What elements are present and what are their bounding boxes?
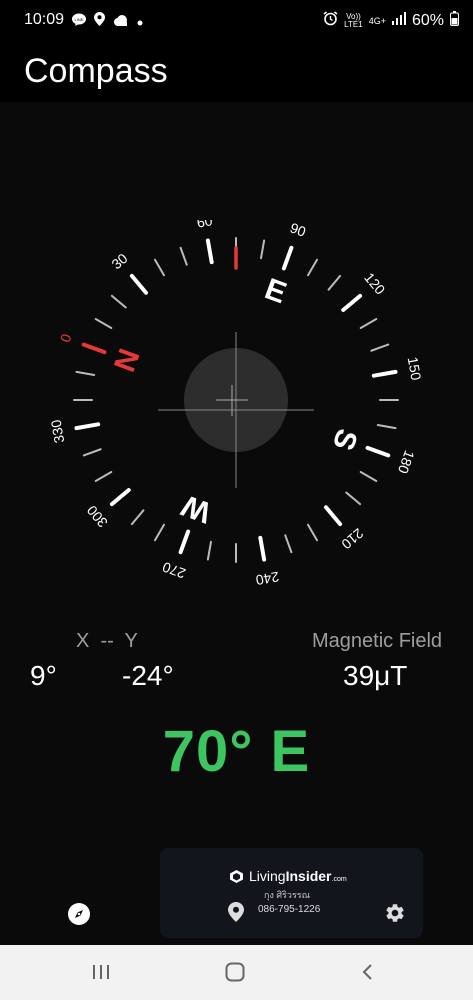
compass-cardinal-label: N	[108, 345, 146, 377]
status-bar: 10:09 LINE Vo)) LTE1 4G+ 60%	[0, 0, 473, 44]
compass-tick	[306, 523, 319, 542]
compass-tick	[359, 471, 378, 483]
cloud-icon	[113, 13, 129, 31]
status-time: 10:09	[24, 11, 65, 28]
compass-tick	[284, 534, 293, 554]
compass-dial: 0 30 60 90 120 150 180 210 240 270 300 330 N E S W	[36, 212, 436, 600]
compass-tick	[376, 424, 397, 430]
home-icon	[225, 962, 245, 982]
compass-tick	[341, 293, 363, 313]
compass-degree-label: 60	[195, 220, 213, 231]
compass-tick	[234, 542, 238, 563]
app-header: Compass	[0, 44, 473, 102]
location-icon	[94, 12, 105, 31]
compass-cardinal-label: W	[177, 488, 216, 529]
status-left-icons: LINE	[72, 12, 143, 31]
magnetic-field-value: 39μT	[343, 660, 408, 691]
recents-icon	[93, 965, 109, 979]
ad-brand-bold: Insider	[285, 868, 332, 884]
compass-tick	[179, 246, 188, 266]
signal-icon	[391, 12, 406, 30]
compass-tick	[74, 422, 101, 431]
ad-brand: LivingInsider.com	[230, 868, 347, 884]
compass-degree-label: 300	[83, 502, 110, 530]
compass-degree-label: 210	[338, 525, 366, 552]
line-icon: LINE	[72, 13, 86, 31]
compass-tick	[110, 294, 127, 309]
battery-percent: 60%	[411, 12, 444, 29]
battery-icon	[450, 11, 459, 31]
compass-tick	[75, 370, 96, 376]
location-icon	[228, 902, 244, 927]
compass-tick	[153, 258, 165, 277]
compass-degree-label: 30	[108, 250, 130, 272]
home-button[interactable]	[224, 961, 246, 988]
x-value: 9°	[30, 660, 57, 691]
compass-tick	[206, 540, 212, 561]
compass-tick	[130, 509, 145, 526]
ad-brand-prefix: Living	[249, 868, 286, 884]
compass-tick	[94, 471, 113, 482]
back-button[interactable]	[358, 962, 378, 987]
compass-tick	[205, 238, 214, 265]
volte-indicator: Vo)) LTE1	[344, 12, 363, 29]
compass-tick	[129, 273, 149, 295]
ad-contact-name: กุง ศิริวรรณ	[264, 890, 310, 900]
back-icon	[362, 964, 372, 980]
y-value: -24°	[122, 660, 174, 691]
compass-tick	[371, 369, 398, 378]
compass-tick	[260, 239, 266, 260]
compass-tick	[365, 445, 391, 458]
compass-degree-label: 120	[361, 269, 388, 297]
compass-tick	[258, 535, 267, 562]
compass-tick	[345, 491, 362, 506]
compass-degree-label: 270	[160, 559, 188, 582]
compass-tick	[94, 317, 113, 329]
ad-brand-suffix: .com	[331, 876, 347, 883]
compass-degree-label: 180	[395, 448, 418, 476]
compass-tick	[327, 274, 342, 291]
compass-tab-button[interactable]	[68, 903, 90, 925]
compass-icon	[75, 910, 83, 918]
compass-cardinal-label: S	[326, 424, 364, 454]
compass-tick	[359, 317, 378, 330]
compass-tick	[109, 487, 131, 507]
page-title: Compass	[24, 52, 168, 90]
ad-phone: 086-795-1226	[258, 904, 321, 915]
settings-button[interactable]	[384, 902, 406, 929]
compass-degree-label: 0	[57, 331, 75, 344]
xy-label: X -- Y	[76, 630, 138, 652]
network-indicator: 4G+	[368, 16, 386, 26]
compass-degree-label: 330	[48, 418, 68, 444]
svg-text:LINE: LINE	[75, 17, 84, 22]
compass-degree-label: 150	[405, 356, 425, 382]
compass-degree-label: 90	[288, 220, 308, 240]
system-nav-bar	[0, 945, 473, 1000]
compass-tick	[307, 258, 319, 277]
alarm-icon	[323, 11, 338, 31]
notification-dot-icon	[137, 13, 143, 31]
compass-svg: 0 30 60 90 120 150 180 210 240 270 300 330 N E S W	[48, 212, 425, 589]
compass-tick	[73, 398, 93, 401]
compass-cardinal-label: E	[260, 272, 290, 310]
compass-tick	[81, 342, 107, 355]
compass-tick	[178, 529, 191, 555]
compass-tick	[370, 343, 390, 352]
magnetic-field-label: Magnetic Field	[312, 630, 443, 652]
brand-logo-icon	[230, 869, 243, 883]
compass-tick	[82, 448, 102, 457]
compass-tick	[378, 398, 399, 402]
compass-degree-label: 240	[254, 569, 280, 589]
compass-tick	[323, 505, 343, 527]
recents-button[interactable]	[91, 962, 111, 987]
heading-readout: 70° E	[162, 719, 311, 784]
status-right-icons: Vo)) LTE1 4G+ 60%	[323, 11, 459, 31]
settings-icon	[386, 904, 404, 922]
compass-tick	[153, 523, 165, 542]
compass-tick	[281, 245, 294, 271]
